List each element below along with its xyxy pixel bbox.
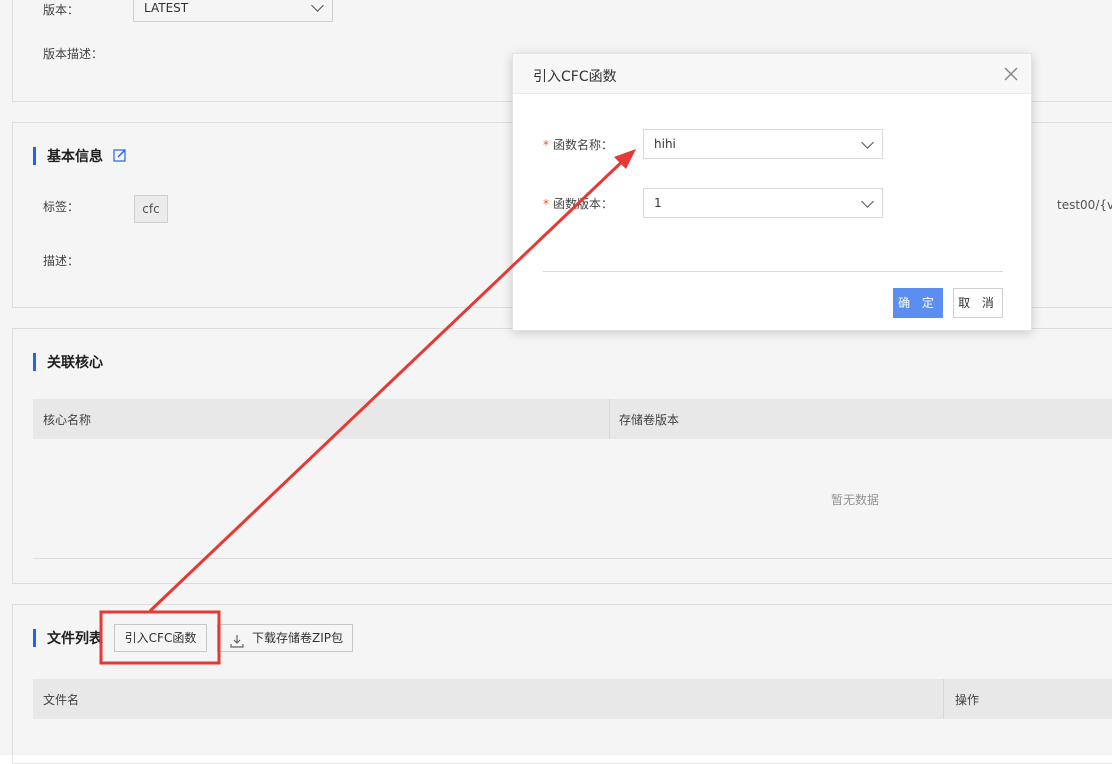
cancel-button[interactable]: 取 消	[953, 288, 1003, 318]
function-version-label: * 函数版本：	[543, 195, 613, 212]
dialog-divider	[543, 271, 1003, 272]
function-name-label-text: 函数名称：	[553, 138, 614, 152]
close-icon[interactable]	[1003, 66, 1019, 82]
chevron-down-icon	[861, 195, 874, 208]
dialog-title: 引入CFC函数	[533, 69, 617, 85]
function-version-value: 1	[654, 196, 662, 210]
function-version-select[interactable]: 1	[643, 188, 883, 218]
function-name-label: * 函数名称：	[543, 136, 613, 153]
chevron-down-icon	[861, 136, 874, 149]
function-name-select[interactable]: hihi	[643, 129, 883, 159]
function-name-value: hihi	[654, 137, 676, 151]
import-cfc-dialog: 引入CFC函数 * 函数名称： hihi * 函数版本： 1 确 定 取 消	[512, 53, 1032, 331]
required-marker: *	[543, 138, 549, 152]
dialog-header: 引入CFC函数	[513, 54, 1031, 94]
confirm-button[interactable]: 确 定	[893, 288, 943, 318]
required-marker: *	[543, 197, 549, 211]
function-version-label-text: 函数版本：	[553, 197, 614, 211]
